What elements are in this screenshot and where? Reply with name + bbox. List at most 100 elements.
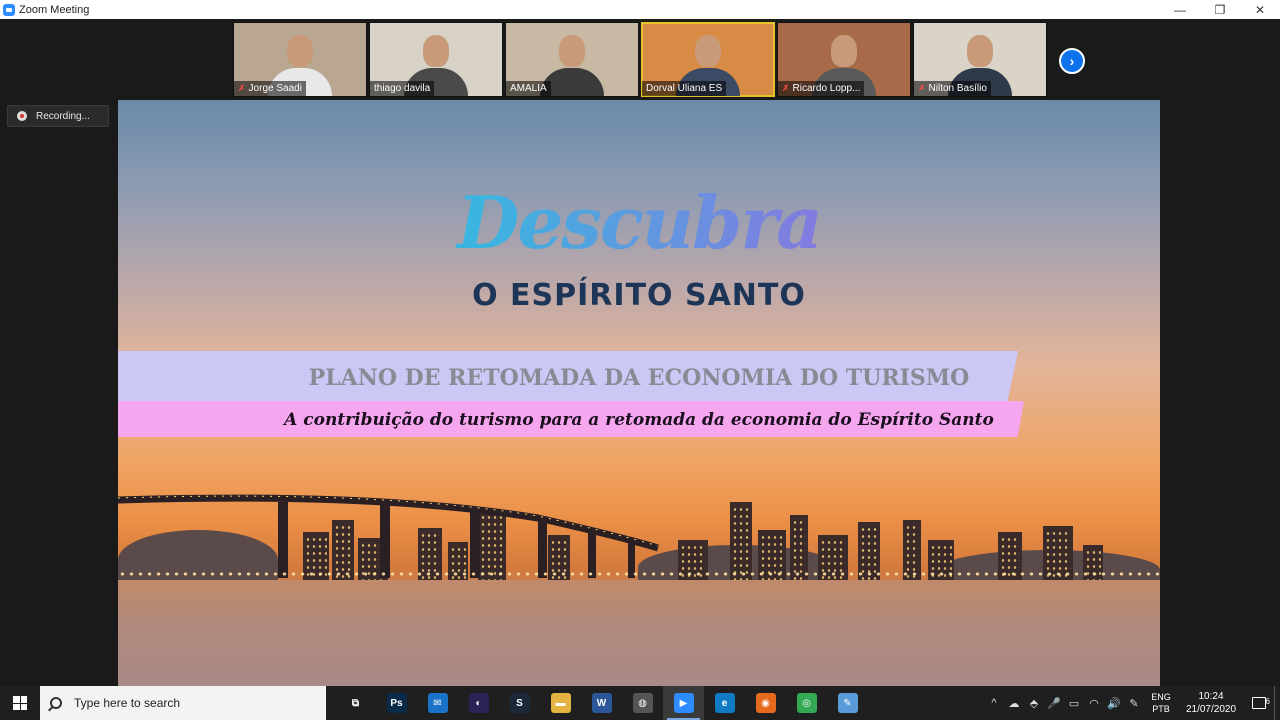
bridge xyxy=(118,494,660,578)
volume-icon[interactable]: 🔊 xyxy=(1104,697,1124,710)
globe-app-icon: ◍ xyxy=(632,693,653,713)
taskbar-app-mail[interactable]: ✉ xyxy=(417,686,458,720)
taskbar-app-word[interactable]: W xyxy=(581,686,622,720)
taskbar-app-firefox[interactable]: ◉ xyxy=(745,686,786,720)
taskbar-app-file-explorer[interactable]: ▬ xyxy=(540,686,581,720)
restore-button[interactable]: ❐ xyxy=(1200,0,1240,19)
task-view-icon: ⧉ xyxy=(351,697,360,709)
taskbar-search[interactable]: Type here to search xyxy=(40,686,326,720)
taskbar-app-globe-app[interactable]: ◍ xyxy=(622,686,663,720)
photoshop-icon: Ps xyxy=(386,693,407,713)
taskbar-app-zoom[interactable]: ▶ xyxy=(663,686,704,720)
participant-name: Jorge Saadi xyxy=(248,83,302,94)
participant-face xyxy=(695,35,721,67)
participant-strip: ✗ Jorge Saadi thiago davila AMALIA Dorval Ul… xyxy=(233,22,1047,97)
participant-face xyxy=(287,35,313,67)
slide-plan-heading: PLANO DE RETOMADA DA ECONOMIA DO TURISMO xyxy=(308,365,970,391)
system-tray: ^ ☁ ⬘ 🎤 ▭ ◠ 🔊 ✎ ENG PTB 10:24 21/07/2020… xyxy=(984,686,1280,720)
keyboard-layout: PTB xyxy=(1152,704,1170,714)
participant-name: AMALIA xyxy=(510,83,547,94)
recording-indicator[interactable]: Recording... xyxy=(7,105,109,127)
taskbar-app-task-view[interactable]: ⧉ xyxy=(335,686,376,720)
show-desktop-button[interactable] xyxy=(1274,686,1280,720)
edge-icon: e xyxy=(714,693,735,713)
firefox-icon: ◉ xyxy=(755,693,776,713)
language-code: ENG xyxy=(1151,692,1171,702)
slide-band-subtitle-text-wrap: A contribuição do turismo para a retomad… xyxy=(118,401,1160,437)
zoom-icon xyxy=(3,3,15,16)
participant-video[interactable]: AMALIA xyxy=(505,22,639,97)
taskbar-app-paint-app[interactable]: ✎ xyxy=(827,686,868,720)
eclipse-icon: ◐ xyxy=(468,693,489,713)
pen-icon[interactable]: ✎ xyxy=(1124,697,1144,710)
slide-band-plan-text-wrap: PLANO DE RETOMADA DA ECONOMIA DO TURISMO xyxy=(118,351,1160,403)
notification-count: 6 xyxy=(1265,697,1270,706)
minimize-button[interactable]: — xyxy=(1160,0,1200,19)
microphone-icon[interactable]: 🎤 xyxy=(1044,697,1064,710)
window-controls: — ❐ ✕ xyxy=(1160,0,1280,19)
taskbar-app-chrome[interactable]: ◎ xyxy=(786,686,827,720)
participant-name: Dorval Uliana ES xyxy=(646,83,723,94)
show-hidden-icons[interactable]: ^ xyxy=(984,697,1004,709)
slide-title-script: Descubra xyxy=(118,180,1160,265)
steam-icon: S xyxy=(509,693,530,713)
participant-name-bar: ✗ Ricardo Lopp... xyxy=(778,81,865,96)
participant-face xyxy=(967,35,993,67)
notification-icon xyxy=(1252,697,1266,709)
bay-water xyxy=(118,580,1160,686)
participant-name: Ricardo Lopp... xyxy=(792,83,861,94)
next-participants-button[interactable]: › xyxy=(1059,48,1085,74)
windows-icon xyxy=(13,696,27,710)
pinned-apps: ⧉ Ps ✉ ◐ S ▬ W ◍ ▶ e ◉ ◎ ✎ xyxy=(335,686,868,720)
city-lights xyxy=(118,570,1160,578)
participant-video[interactable]: ✗ Nilton Basílio xyxy=(913,22,1047,97)
participant-name: thiago davila xyxy=(374,83,431,94)
building xyxy=(790,515,808,590)
clock-time: 10:24 xyxy=(1198,691,1224,702)
participant-name: Nilton Basílio xyxy=(928,83,987,94)
taskbar-app-edge[interactable]: e xyxy=(704,686,745,720)
paint-app-icon: ✎ xyxy=(837,693,858,713)
start-button[interactable] xyxy=(0,686,40,720)
slide-title-subtitle: O ESPÍRITO SANTO xyxy=(472,278,806,313)
participant-video[interactable]: ✗ Jorge Saadi xyxy=(233,22,367,97)
zoom-icon: ▶ xyxy=(673,693,694,713)
participant-video[interactable]: thiago davila xyxy=(369,22,503,97)
mail-icon: ✉ xyxy=(427,693,448,713)
participant-name-bar: Dorval Uliana ES xyxy=(642,81,727,96)
participant-name-bar: thiago davila xyxy=(370,81,435,96)
window-title: Zoom Meeting xyxy=(19,3,90,16)
search-placeholder: Type here to search xyxy=(74,696,181,710)
taskbar-app-steam[interactable]: S xyxy=(499,686,540,720)
windows-taskbar: Type here to search ⧉ Ps ✉ ◐ S ▬ W ◍ ▶ e ◉ ◎ ✎ ^ ☁ ⬘… xyxy=(0,686,1280,720)
mic-muted-icon: ✗ xyxy=(782,83,790,93)
recording-label: Recording... xyxy=(36,110,90,122)
battery-icon[interactable]: ▭ xyxy=(1064,697,1084,710)
slide-plan-subheading: A contribuição do turismo para a retomad… xyxy=(284,410,994,430)
clock[interactable]: 10:24 21/07/2020 xyxy=(1178,690,1244,716)
dropbox-icon[interactable]: ⬘ xyxy=(1024,697,1044,710)
file-explorer-icon: ▬ xyxy=(550,693,571,713)
chrome-icon: ◎ xyxy=(796,693,817,713)
onedrive-icon[interactable]: ☁ xyxy=(1004,697,1024,710)
clock-date: 21/07/2020 xyxy=(1185,704,1237,715)
word-icon: W xyxy=(591,693,612,713)
participant-name-bar: AMALIA xyxy=(506,81,551,96)
participant-face xyxy=(831,35,857,67)
action-center-button[interactable]: 6 xyxy=(1244,697,1274,709)
participant-video[interactable]: Dorval Uliana ES xyxy=(641,22,775,97)
participant-face xyxy=(559,35,585,67)
close-button[interactable]: ✕ xyxy=(1240,0,1280,19)
mic-muted-icon: ✗ xyxy=(238,83,246,93)
participant-name-bar: ✗ Nilton Basílio xyxy=(914,81,991,96)
participant-video[interactable]: ✗ Ricardo Lopp... xyxy=(777,22,911,97)
language-indicator[interactable]: ENG PTB xyxy=(1144,691,1178,715)
wifi-icon[interactable]: ◠ xyxy=(1084,697,1104,710)
taskbar-app-eclipse[interactable]: ◐ xyxy=(458,686,499,720)
title-bar: Zoom Meeting — ❐ ✕ xyxy=(0,0,1280,19)
shared-screen-slide: Descubra O ESPÍRITO SANTO PLANO DE RETOM… xyxy=(118,100,1160,686)
taskbar-app-photoshop[interactable]: Ps xyxy=(376,686,417,720)
record-icon xyxy=(17,111,27,121)
mic-muted-icon: ✗ xyxy=(918,83,926,93)
participant-face xyxy=(423,35,449,67)
